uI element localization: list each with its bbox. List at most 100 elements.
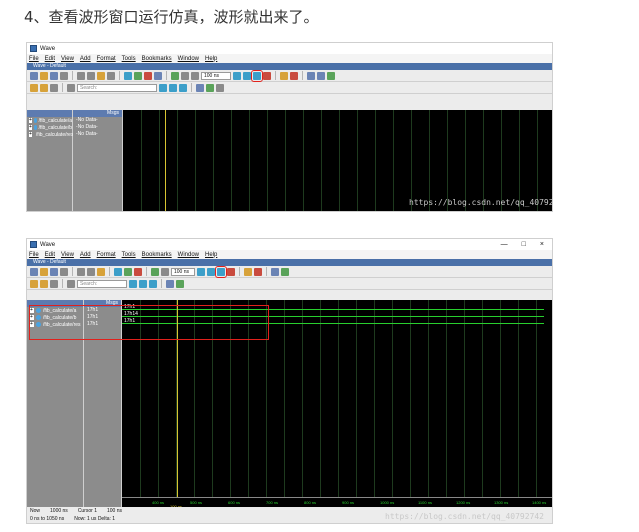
continue-icon[interactable] [243,71,251,80]
signal-row[interactable]: + /fib_calculate/a [27,117,72,124]
step-back-icon[interactable] [161,267,169,276]
add-wave-icon[interactable] [151,267,159,276]
zoom-full-icon[interactable] [149,279,157,288]
compile-icon[interactable] [124,267,132,276]
zoom-out-icon[interactable] [169,83,177,92]
wave-find-icon[interactable] [67,83,75,92]
menu-add[interactable]: Add [80,252,91,258]
run-icon[interactable] [197,267,205,276]
step-icon[interactable] [271,267,279,276]
simulate-icon[interactable] [144,71,152,80]
wave-find-icon[interactable] [67,279,75,288]
restart-icon[interactable] [280,71,288,80]
copy-icon[interactable] [87,267,95,276]
menu-window[interactable]: Window [178,56,199,62]
paste-icon[interactable] [97,71,105,80]
undo-icon[interactable] [107,71,115,80]
run-all-icon[interactable] [251,69,263,82]
expand-icon[interactable]: + [29,125,32,130]
menu-bookmarks[interactable]: Bookmarks [142,56,172,62]
run-length-field[interactable]: 100 ns [171,267,195,276]
menu-view[interactable]: View [61,252,74,258]
wave-edit3-icon[interactable] [50,279,58,288]
paste-icon[interactable] [97,267,105,276]
step-icon[interactable] [307,71,315,80]
wave-app-icon [30,45,37,52]
print-icon[interactable] [60,71,68,80]
grid-line [357,110,358,211]
zoom-in-icon[interactable] [129,279,137,288]
menu-file[interactable]: File [29,56,39,62]
print-icon[interactable] [60,267,68,276]
new-file-icon[interactable] [30,71,38,80]
cursor-line[interactable] [165,110,166,211]
menu-bookmarks[interactable]: Bookmarks [142,252,172,258]
menu-window[interactable]: Window [178,252,199,258]
menu-help[interactable]: Help [205,56,217,62]
menu-tools[interactable]: Tools [122,56,136,62]
wave-edit2-icon[interactable] [40,83,48,92]
cursor-delete-icon[interactable] [206,83,214,92]
compile-icon[interactable] [134,71,142,80]
run-length-field[interactable]: 100 ns [201,71,231,80]
wave-search-field[interactable]: Search: [77,83,157,92]
stop-icon[interactable] [227,267,235,276]
break-sim-icon[interactable] [290,71,298,80]
maximize-icon[interactable]: □ [522,241,526,248]
cursor-add-icon[interactable] [166,279,174,288]
wave-search-field[interactable]: Search: [77,279,127,288]
minimize-icon[interactable]: — [501,241,508,248]
cut-icon[interactable] [77,71,85,80]
zoom-in-icon[interactable] [159,83,167,92]
menu-help[interactable]: Help [205,252,217,258]
save-icon[interactable] [50,71,58,80]
cursor-lock-icon[interactable] [216,83,224,92]
expand-icon[interactable]: + [29,132,32,137]
step-out-icon[interactable] [327,71,335,80]
close-icon[interactable]: × [540,241,544,248]
simulate-icon[interactable] [134,267,142,276]
menu-add[interactable]: Add [80,56,91,62]
wave-edit3-icon[interactable] [50,83,58,92]
stop-icon[interactable] [263,71,271,80]
menu-tools[interactable]: Tools [122,252,136,258]
signal-row[interactable]: + /fib_calculate/res [27,131,73,138]
wave-edit2-icon[interactable] [40,279,48,288]
open-file-icon[interactable] [40,71,48,80]
break-sim-icon[interactable] [254,267,262,276]
window-title: Wave [40,241,56,248]
continue-icon[interactable] [207,267,215,276]
step-forward-icon[interactable] [191,71,199,80]
step-back-icon[interactable] [181,71,189,80]
run-icon[interactable] [233,71,241,80]
cut-icon[interactable] [77,267,85,276]
step-over-icon[interactable] [317,71,325,80]
menu-format[interactable]: Format [97,56,116,62]
cursor-add-icon[interactable] [196,83,204,92]
zoom-full-icon[interactable] [179,83,187,92]
menu-format[interactable]: Format [97,252,116,258]
restart-icon[interactable] [244,267,252,276]
expand-icon[interactable]: + [29,118,32,123]
wave-edit-icon[interactable] [30,83,38,92]
break-icon[interactable] [154,71,162,80]
menu-file[interactable]: File [29,252,39,258]
find-icon[interactable] [114,267,122,276]
menu-view[interactable]: View [61,56,74,62]
copy-icon[interactable] [87,71,95,80]
wave-edit-icon[interactable] [30,279,38,288]
menu-edit[interactable]: Edit [45,56,55,62]
new-file-icon[interactable] [30,267,38,276]
zoom-out-icon[interactable] [139,279,147,288]
find-icon[interactable] [124,71,132,80]
save-icon[interactable] [50,267,58,276]
add-wave-icon[interactable] [171,71,179,80]
step-out-icon[interactable] [281,267,289,276]
signal-row[interactable]: + /fib_calculate/b [27,124,72,131]
menu-edit[interactable]: Edit [45,252,55,258]
waveform-canvas[interactable] [123,110,552,211]
run-all-icon[interactable] [215,265,227,278]
open-file-icon[interactable] [40,267,48,276]
toolbar-divider [62,83,63,92]
cursor-delete-icon[interactable] [176,279,184,288]
